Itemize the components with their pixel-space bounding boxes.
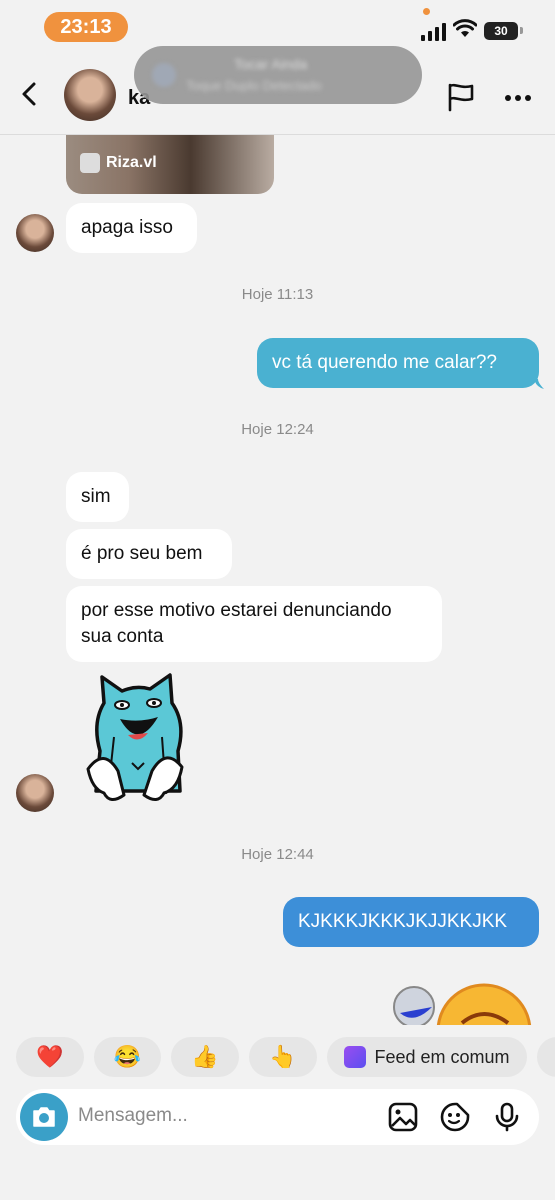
chrome-ball-sticker[interactable] (392, 985, 436, 1025)
message-line: sua conta (81, 626, 164, 647)
microphone-icon[interactable] (492, 1102, 522, 1132)
laughing-emoji-sticker[interactable] (436, 983, 532, 1025)
status-time: 23:13 (44, 12, 128, 42)
laughing-face-icon: 😂 (113, 1044, 142, 1069)
sender-avatar[interactable] (16, 774, 54, 812)
incoming-message[interactable]: sim (66, 472, 129, 522)
banner-subtitle: Toque Duplo Detectado (186, 78, 322, 93)
timestamp: Hoje 12:44 (241, 846, 314, 863)
incoming-message[interactable]: por esse motivo estarei denunciando sua … (66, 586, 442, 662)
feed-label: Feed em comum (374, 1046, 510, 1067)
reaction-laugh-button[interactable]: 😂 (94, 1037, 161, 1077)
sticker-icon[interactable] (440, 1102, 470, 1132)
bubble-tail (534, 379, 544, 389)
feed-in-common-button[interactable]: Feed em comum (327, 1037, 527, 1077)
thumbs-up-icon: 👍 (191, 1044, 219, 1069)
gallery-icon[interactable] (388, 1102, 418, 1132)
reel-author-avatar (80, 153, 100, 173)
incoming-message[interactable]: é pro seu bem (66, 529, 232, 579)
privacy-indicator-dot (423, 8, 430, 15)
battery-cap (520, 27, 523, 34)
cellular-signal-icon (421, 23, 446, 41)
reel-author-name: Riza.vl (106, 154, 157, 171)
outgoing-message[interactable]: KJKKKJKKKJKJJKKJKK (283, 897, 539, 947)
wifi-icon (453, 19, 477, 37)
timestamp: Hoje 11:13 (241, 286, 314, 303)
point-up-icon: 👆 (269, 1044, 297, 1069)
notification-banner[interactable]: Tocar Ainda Toque Duplo Detectado (134, 46, 422, 104)
banner-title: Tocar Ainda (234, 56, 308, 72)
banner-app-icon (152, 63, 176, 87)
message-input[interactable]: Mensagem... (78, 1105, 188, 1127)
back-chevron-icon[interactable] (16, 80, 44, 108)
reaction-point-up-button[interactable]: 👆 (249, 1037, 317, 1077)
contact-avatar[interactable] (64, 69, 116, 121)
feed-icon (344, 1046, 367, 1068)
message-composer: Mensagem... (16, 1089, 539, 1145)
reaction-thumbs-up-button[interactable]: 👍 (171, 1037, 239, 1077)
camera-button[interactable] (20, 1093, 68, 1141)
more-reactions-chip[interactable] (537, 1037, 555, 1077)
more-options-icon[interactable] (504, 94, 532, 102)
sender-avatar[interactable] (16, 214, 54, 252)
message-line: por esse motivo estarei denunciando (81, 600, 392, 621)
quick-reactions-bar: ❤️ 😂 👍 👆 Feed em comum (0, 1037, 555, 1077)
cat-sticker[interactable] (74, 673, 194, 811)
reel-author: Riza.vl (80, 153, 157, 173)
battery-icon: 30 (484, 22, 518, 40)
outgoing-message[interactable]: vc tá querendo me calar?? (257, 338, 539, 388)
camera-icon (33, 1107, 55, 1127)
incoming-message[interactable]: apaga isso (66, 203, 197, 253)
timestamp: Hoje 12:24 (241, 421, 314, 438)
home-indicator-area (0, 1150, 555, 1200)
message-thread[interactable]: Riza.vl apaga isso Hoje 11:13 vc tá quer… (0, 135, 555, 1025)
heart-icon: ❤️ (36, 1044, 64, 1069)
shared-reel-preview[interactable]: Riza.vl (66, 135, 274, 194)
reaction-heart-button[interactable]: ❤️ (16, 1037, 84, 1077)
flag-icon[interactable] (446, 82, 476, 112)
